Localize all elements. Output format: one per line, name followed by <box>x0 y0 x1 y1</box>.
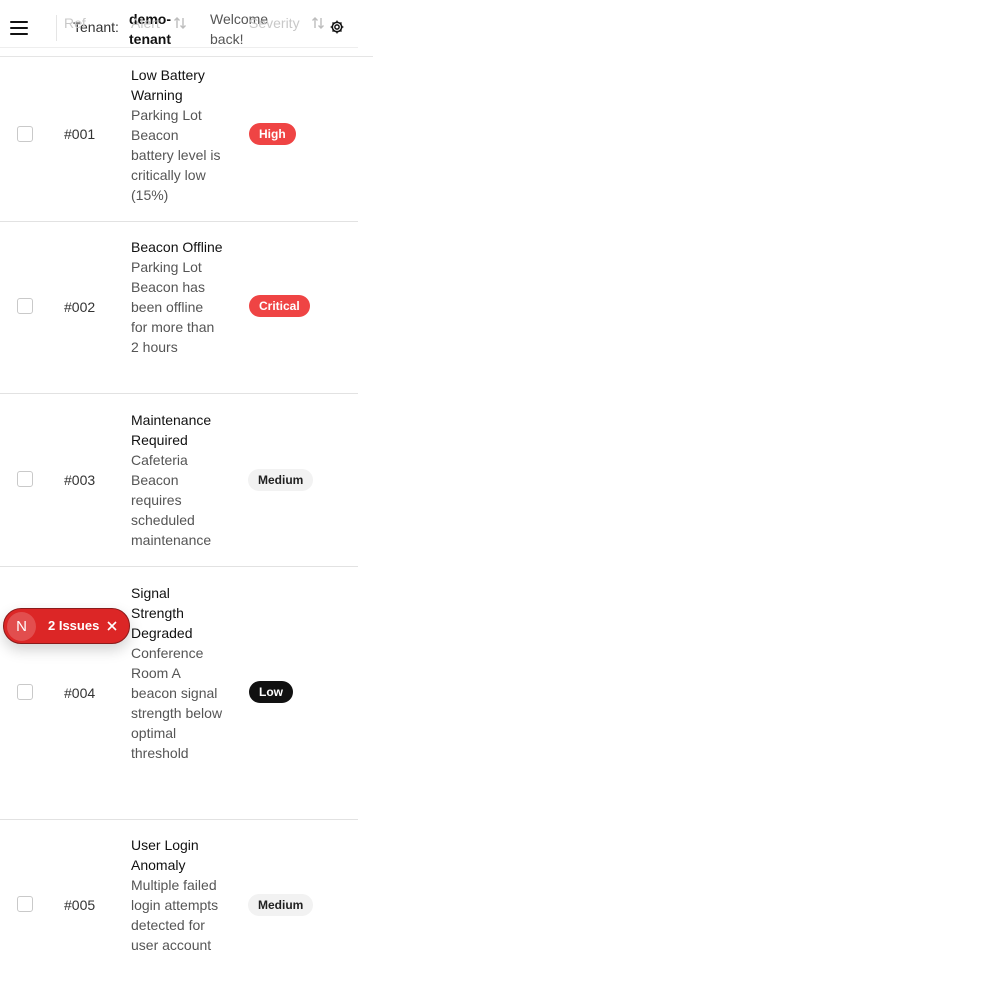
table-row[interactable]: #002 Beacon Offline Parking Lot Beacon h… <box>0 222 358 394</box>
row-checkbox[interactable] <box>17 298 33 314</box>
row-ref: #002 <box>64 299 96 315</box>
row-checkbox[interactable] <box>17 896 33 912</box>
row-ref: #001 <box>64 126 96 142</box>
alert-cell: Signal Strength Degraded Conference Room… <box>131 583 223 763</box>
sort-icon[interactable] <box>173 16 187 35</box>
issues-toast[interactable]: N 2 Issues <box>3 608 130 644</box>
row-ref: #004 <box>64 685 96 701</box>
severity-badge: High <box>249 123 296 145</box>
column-header-severity[interactable]: Severity <box>249 15 300 31</box>
sort-icon[interactable] <box>311 16 325 35</box>
alert-description: Cafeteria Beacon requires scheduled main… <box>131 452 212 548</box>
alert-title: Maintenance Required <box>131 412 212 448</box>
gear-icon[interactable] <box>329 19 347 37</box>
severity-badge: Low <box>249 681 293 703</box>
alert-description: Conference Room A beacon signal strength… <box>131 645 223 761</box>
row-checkbox[interactable] <box>17 126 33 142</box>
alert-cell: Low Battery Warning Parking Lot Beacon b… <box>131 65 223 205</box>
topbar-divider <box>56 15 57 41</box>
row-ref: #003 <box>64 472 96 488</box>
header-divider <box>0 47 358 48</box>
issues-count: 2 Issues <box>48 618 100 633</box>
severity-badge: Critical <box>249 295 310 317</box>
hamburger-menu-icon[interactable] <box>10 18 30 36</box>
table-row[interactable]: #003 Maintenance Required Cafeteria Beac… <box>0 394 358 567</box>
table-row[interactable]: #001 Low Battery Warning Parking Lot Bea… <box>0 57 358 222</box>
row-checkbox[interactable] <box>17 471 33 487</box>
alert-title: Signal Strength Degraded <box>131 585 193 641</box>
alert-description: Parking Lot Beacon has been offline for … <box>131 259 215 355</box>
row-ref: #005 <box>64 897 96 913</box>
severity-badge: Medium <box>248 469 314 491</box>
column-header-ref[interactable]: Ref <box>64 15 86 31</box>
column-header-alert[interactable]: Alert <box>131 15 160 31</box>
alert-cell: Beacon Offline Parking Lot Beacon has be… <box>131 237 223 357</box>
alert-title: Beacon Offline <box>131 239 223 255</box>
alert-description: Parking Lot Beacon battery level is crit… <box>131 107 221 203</box>
table-row[interactable]: #004 Signal Strength Degraded Conference… <box>0 567 358 820</box>
close-icon[interactable] <box>105 619 119 633</box>
alert-title: User Login Anomaly <box>131 837 199 873</box>
alert-cell: User Login Anomaly Multiple failed login… <box>131 835 223 955</box>
severity-badge: Medium <box>248 894 314 916</box>
alert-cell: Maintenance Required Cafeteria Beacon re… <box>131 410 223 550</box>
alert-description: Multiple failed login attempts detected … <box>131 877 219 953</box>
alert-title: Low Battery Warning <box>131 67 205 103</box>
avatar: N <box>7 612 36 641</box>
table-row[interactable]: #005 User Login Anomaly Multiple failed … <box>0 820 358 991</box>
row-checkbox[interactable] <box>17 684 33 700</box>
